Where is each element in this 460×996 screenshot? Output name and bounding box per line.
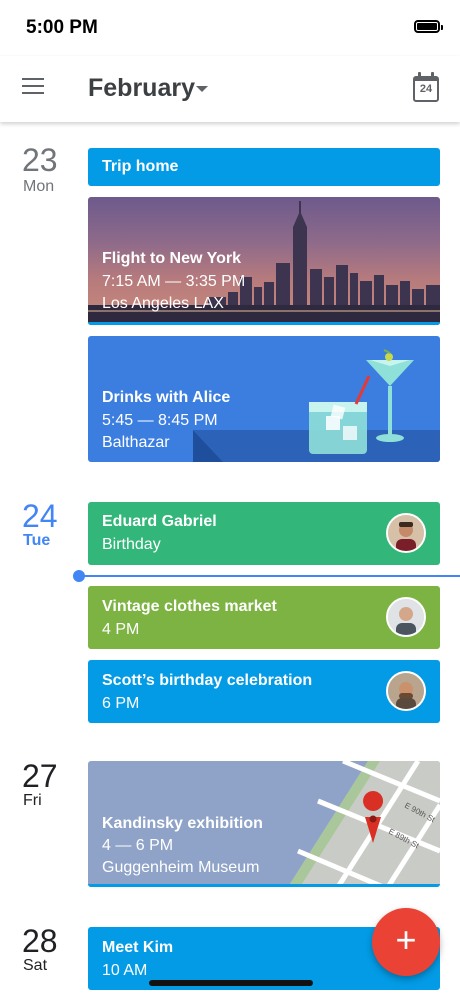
month-title[interactable]: February	[88, 74, 195, 103]
status-time: 5:00 PM	[26, 17, 98, 38]
day-weekday: Sat	[23, 957, 48, 974]
avatar	[386, 513, 426, 553]
event-time: 5:45 — 8:45 PM	[102, 412, 218, 429]
battery-icon	[414, 20, 443, 33]
event-title: Meet Kim	[102, 939, 174, 956]
home-indicator[interactable]	[149, 980, 313, 986]
event-time: 4 PM	[102, 621, 140, 638]
event-location: Balthazar	[102, 434, 170, 451]
event-trip-home[interactable]: Trip home	[88, 148, 440, 186]
event-title: Scott’s birthday celebration	[102, 672, 313, 689]
app-bar: February 24	[0, 56, 460, 122]
day-weekday: Mon	[23, 178, 55, 195]
day-number: 28	[22, 923, 58, 959]
day-weekday-today: Tue	[23, 532, 51, 549]
event-title: Eduard Gabriel	[102, 513, 217, 530]
plus-icon: +	[395, 919, 417, 960]
event-title: Flight to New York	[102, 250, 241, 267]
event-subtitle: Birthday	[102, 536, 161, 553]
event-title: Trip home	[102, 158, 179, 175]
event-time: 7:15 AM — 3:35 PM	[102, 273, 246, 290]
hamburger-menu-icon[interactable]	[22, 78, 46, 98]
day-number: 27	[22, 758, 58, 794]
event-title: Kandinsky exhibition	[102, 815, 263, 832]
avatar	[386, 597, 426, 637]
event-time: 4 — 6 PM	[102, 837, 174, 854]
event-flight-to-new-york[interactable]: Flight to New York 7:15 AM — 3:35 PM Los…	[88, 197, 440, 325]
day-weekday: Fri	[23, 792, 42, 809]
event-stripe	[88, 884, 440, 887]
event-stripe	[88, 322, 440, 325]
day-number-today: 24	[22, 498, 58, 534]
day-number: 23	[22, 142, 58, 178]
event-eduard-gabriel[interactable]: Eduard Gabriel Birthday	[88, 502, 440, 565]
create-event-button[interactable]: +	[372, 908, 440, 976]
avatar	[386, 671, 426, 711]
current-time-line	[78, 575, 460, 577]
event-time: 10 AM	[102, 962, 148, 979]
event-drinks-with-alice[interactable]: Drinks with Alice 5:45 — 8:45 PM Balthaz…	[88, 336, 440, 462]
event-title: Vintage clothes market	[102, 598, 277, 615]
event-location: Guggenheim Museum	[102, 859, 260, 876]
event-time: 6 PM	[102, 695, 140, 712]
calendar-today-icon[interactable]: 24	[413, 72, 439, 102]
current-time-dot	[73, 570, 85, 582]
event-kandinsky-exhibition[interactable]: E 90th St E 89th St Kandinsky exhibition…	[88, 761, 440, 887]
event-title: Drinks with Alice	[102, 389, 231, 406]
event-location: Los Angeles LAX	[102, 295, 224, 312]
today-date-number: 24	[419, 83, 433, 95]
event-vintage-clothes-market[interactable]: Vintage clothes market 4 PM	[88, 586, 440, 649]
event-scotts-birthday[interactable]: Scott’s birthday celebration 6 PM	[88, 660, 440, 723]
caret-down-icon[interactable]	[196, 86, 208, 92]
status-bar: 5:00 PM	[0, 0, 460, 56]
